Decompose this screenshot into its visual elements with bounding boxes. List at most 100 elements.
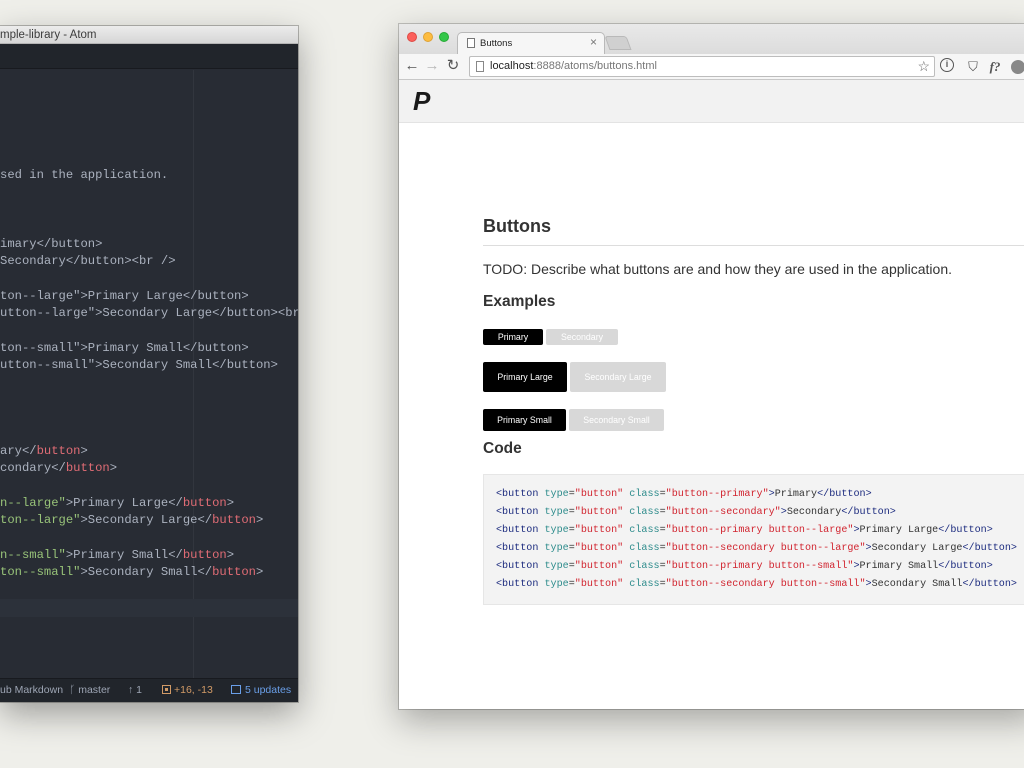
new-tab-button[interactable]: [604, 36, 632, 50]
page-icon: [476, 61, 484, 72]
code-attr-type: type: [544, 489, 569, 500]
tab-buttons[interactable]: Buttons ×: [457, 32, 605, 55]
code-token: >Primary Small</: [65, 548, 183, 562]
atom-window-title: mple-library - Atom: [0, 29, 97, 41]
code-text: Secondary Small: [871, 579, 963, 590]
code-token: n--large": [0, 496, 66, 510]
document-icon: [467, 38, 475, 48]
ahead-count: 1: [136, 684, 143, 696]
status-ahead[interactable]: ↑ 1: [128, 679, 142, 702]
code-token: ton--small": [0, 565, 81, 579]
primary-button[interactable]: Primary: [483, 329, 543, 345]
url-path: :8888/atoms/buttons.html: [533, 60, 657, 72]
window-close-button[interactable]: [407, 32, 417, 42]
editor-code-line: ton--small">Primary Small</button>: [0, 340, 249, 357]
editor-code-line: ton--small">Secondary Small</button>: [0, 564, 263, 581]
code-token: utton--small">Secondary Small</button>: [0, 358, 278, 372]
code-token: n--small": [0, 548, 66, 562]
forward-arrow-icon[interactable]: →: [423, 57, 441, 75]
atom-tab-bar[interactable]: [0, 44, 298, 69]
editor-code-line: condary</button>: [0, 460, 117, 477]
code-tag-open: <button: [496, 579, 539, 590]
examples-heading: Examples: [483, 293, 556, 310]
code-tag-end: </button>: [938, 561, 993, 572]
code-tag-end: </button>: [962, 543, 1017, 554]
code-value-class: "button--secondary button--small": [665, 579, 866, 590]
code-token: button: [182, 548, 227, 562]
page-description: TODO: Describe what buttons are and how …: [483, 261, 953, 277]
code-line: <button type="button" class="button--sec…: [496, 578, 1017, 592]
secondary-button[interactable]: Secondary: [546, 329, 618, 345]
status-grammar[interactable]: ub Markdown: [0, 679, 63, 702]
url-text: localhost:8888/atoms/buttons.html: [490, 57, 657, 76]
tab-close-icon[interactable]: ×: [590, 35, 597, 49]
code-token: >: [80, 444, 88, 458]
code-attr-class: class: [629, 525, 660, 536]
code-attr-class: class: [629, 543, 660, 554]
code-value-class: "button--primary button--large": [665, 525, 854, 536]
code-token: condary</: [0, 461, 66, 475]
bookmark-star-icon[interactable]: ☆: [917, 57, 930, 76]
page-title: Buttons: [483, 216, 551, 236]
code-token: button: [182, 496, 227, 510]
code-token: button: [212, 513, 256, 527]
code-token: ton--large": [0, 513, 81, 527]
code-token: button: [36, 444, 81, 458]
atom-editor[interactable]: sed in the application. imary</button> Sec…: [0, 70, 298, 678]
primary-large-button[interactable]: Primary Large: [483, 362, 567, 392]
secondary-large-button[interactable]: Secondary Large: [570, 362, 666, 392]
code-tag-end: </button>: [817, 489, 872, 500]
code-value-class: "button--primary": [665, 489, 769, 500]
code-token: >Secondary Small</: [80, 565, 213, 579]
code-token: >Primary Large</: [65, 496, 183, 510]
atom-titlebar[interactable]: mple-library - Atom: [0, 26, 298, 44]
shield-extension-icon[interactable]: ⛉: [965, 58, 981, 75]
editor-code-line: utton--small">Secondary Small</button>: [0, 357, 278, 374]
code-tag-open: <button: [496, 525, 539, 536]
status-updates[interactable]: 5 updates: [231, 679, 291, 702]
code-text: Primary: [774, 489, 818, 500]
code-value-type: "button": [574, 525, 624, 536]
code-tag-open: <button: [496, 561, 539, 572]
browser-window: Buttons × ← → ↻ localhost:8888/atoms/but…: [399, 24, 1024, 709]
page-content: Buttons TODO: Describe what buttons are …: [399, 124, 1024, 709]
branch-label: master: [78, 684, 111, 696]
updates-label: 5 updates: [245, 684, 292, 696]
status-diff[interactable]: +16, -13: [162, 679, 213, 702]
primary-small-button[interactable]: Primary Small: [483, 409, 566, 431]
globe-extension-icon[interactable]: [1011, 60, 1024, 74]
editor-code-line: n--small">Primary Small</button>: [0, 547, 234, 564]
code-token: ton--small">Primary Small</button>: [0, 341, 249, 355]
code-block: <button type="button" class="button--pri…: [483, 474, 1024, 605]
code-token: ton--large">Primary Large</button>: [0, 289, 249, 303]
code-heading: Code: [483, 440, 522, 457]
window-minimize-button[interactable]: [423, 32, 433, 42]
secondary-small-button[interactable]: Secondary Small: [569, 409, 664, 431]
reload-icon[interactable]: ↻: [444, 57, 462, 75]
code-tag-open: <button: [496, 507, 539, 518]
font-extension-icon[interactable]: f?: [987, 58, 1003, 75]
diff-label: +16, -13: [174, 684, 213, 696]
code-text: Primary Small: [859, 561, 939, 572]
browser-toolbar: ← → ↻ localhost:8888/atoms/buttons.html …: [399, 54, 1024, 80]
code-token: >: [109, 461, 118, 475]
cursor-line-highlight: [0, 599, 298, 617]
code-value-type: "button": [574, 579, 624, 590]
status-branch[interactable]: ᚴ master: [69, 679, 110, 702]
editor-code-line: ton--large">Secondary Large</button>: [0, 512, 263, 529]
code-tag-open: <button: [496, 489, 539, 500]
atom-window: mple-library - Atom sed in the applicati…: [0, 26, 298, 702]
editor-code-line: utton--large">Secondary Large</button><b…: [0, 305, 298, 322]
window-maximize-button[interactable]: [439, 32, 449, 42]
address-bar[interactable]: localhost:8888/atoms/buttons.html ☆: [469, 56, 935, 77]
site-logo[interactable]: P: [413, 86, 430, 116]
info-extension-icon[interactable]: i: [940, 58, 954, 72]
branch-icon: ᚴ: [69, 684, 79, 696]
back-arrow-icon[interactable]: ←: [403, 57, 421, 75]
editor-code-line: imary</button>: [0, 236, 102, 253]
code-token: imary</button>: [0, 237, 103, 251]
code-text: Primary Large: [859, 525, 939, 536]
package-icon: [231, 685, 241, 694]
title-divider: [483, 245, 1024, 246]
code-tag-end: </button>: [841, 507, 896, 518]
